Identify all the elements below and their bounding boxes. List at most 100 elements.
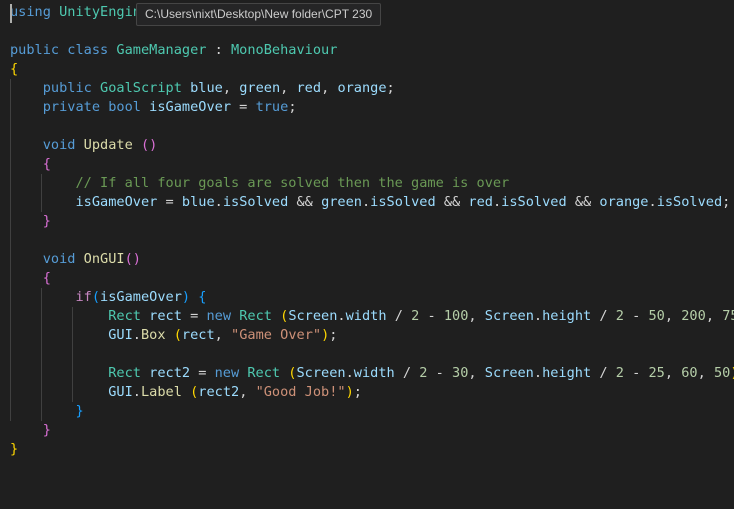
code-line[interactable]: isGameOver = blue.isSolved && green.isSo… (10, 193, 730, 212)
code-line[interactable]: if(isGameOver) { (10, 288, 206, 307)
indent-guide (10, 79, 11, 421)
code-token: GUI (108, 327, 133, 343)
code-token: = (190, 365, 215, 381)
code-token: new (206, 308, 240, 324)
code-line[interactable]: GUI.Label (rect2, "Good Job!"); (10, 383, 362, 402)
code-line[interactable]: void OnGUI() (10, 250, 141, 269)
code-line[interactable]: Rect rect = new Rect (Screen.width / 2 -… (10, 307, 734, 326)
code-token: - (623, 365, 649, 381)
code-token: ( (91, 289, 101, 305)
code-token: isGameOver (75, 194, 158, 210)
code-token: orange (337, 80, 387, 96)
code-token: width (353, 365, 395, 381)
code-token: 25 (648, 365, 665, 381)
code-line[interactable]: private bool isGameOver = true; (10, 98, 297, 117)
code-token: green (239, 80, 281, 96)
code-token: isGameOver (100, 289, 182, 305)
code-token: - (419, 308, 444, 324)
code-token: } (42, 213, 51, 229)
code-line[interactable]: public GoalScript blue, green, red, oran… (10, 79, 395, 98)
code-token: . (361, 194, 371, 210)
code-token: 50 (648, 308, 665, 324)
code-token: , (239, 384, 256, 400)
code-line[interactable]: { (10, 155, 51, 174)
code-line[interactable]: { (10, 269, 51, 288)
code-token: "Good Job!" (255, 384, 346, 400)
code-token: red (296, 80, 322, 96)
code-token: 100 (443, 308, 469, 324)
code-token: = (231, 99, 256, 115)
code-token: public (42, 80, 101, 96)
code-token: . (132, 384, 141, 400)
code-line[interactable]: // If all four goals are solved then the… (10, 174, 509, 193)
code-token: . (648, 194, 657, 210)
code-line[interactable]: GUI.Box (rect, "Game Over"); (10, 326, 337, 345)
code-token: . (533, 365, 543, 381)
code-token: green (321, 194, 362, 210)
code-token: MonoBehaviour (231, 42, 338, 58)
code-token: , (222, 80, 240, 96)
code-line[interactable]: void Update () (10, 136, 158, 155)
indent-guide (41, 174, 42, 212)
code-token: Screen (484, 365, 534, 381)
code-line[interactable]: } (10, 421, 51, 440)
code-line[interactable]: } (10, 212, 51, 231)
code-token: void (42, 251, 84, 267)
code-token: , (697, 365, 714, 381)
code-token: Screen (288, 308, 338, 324)
code-token: Label (140, 384, 182, 400)
file-path-text: C:\Users\nixt\Desktop\New folder\CPT 230 (145, 7, 373, 21)
code-token: , (664, 308, 682, 324)
code-line[interactable]: } (10, 440, 18, 459)
code-token: ) (730, 365, 734, 381)
code-token: ; (722, 194, 731, 210)
code-token: height (542, 365, 592, 381)
code-token: && (566, 194, 600, 210)
code-token: / (386, 308, 412, 324)
indent-guide (41, 288, 42, 421)
code-token: && (435, 194, 469, 210)
code-line[interactable]: using UnityEngine (10, 3, 149, 22)
code-token: = (157, 194, 182, 210)
code-token: Update (83, 137, 133, 153)
text-cursor (10, 4, 12, 23)
code-token: rect2 (149, 365, 191, 381)
code-token: ; (386, 80, 395, 96)
code-token: . (337, 308, 346, 324)
code-token: . (132, 327, 141, 343)
code-token: 2 (615, 365, 624, 381)
code-token: // If all four goals are solved then the… (75, 175, 510, 191)
code-token: ; (329, 327, 338, 343)
code-token: . (345, 365, 354, 381)
code-token: - (427, 365, 453, 381)
code-token: rect2 (198, 384, 240, 400)
code-token: 50 (713, 365, 731, 381)
code-token: isGameOver (149, 99, 231, 115)
code-line[interactable]: Rect rect2 = new Rect (Screen.width / 2 … (10, 364, 734, 383)
code-token: } (42, 422, 51, 438)
code-line[interactable]: } (10, 402, 83, 421)
code-line[interactable]: { (10, 60, 18, 79)
code-token: . (533, 308, 543, 324)
code-token: red (468, 194, 493, 210)
code-editor[interactable]: using UnityEngine public class GameManage… (0, 2, 734, 509)
code-token: ; (288, 99, 297, 115)
file-path-tooltip: C:\Users\nixt\Desktop\New folder\CPT 230 (136, 3, 382, 26)
code-token: / (591, 308, 616, 324)
code-token: () (140, 137, 158, 153)
code-line[interactable]: public class GameManager : MonoBehaviour (10, 41, 337, 60)
code-token: , (705, 308, 723, 324)
code-token: rect (181, 327, 215, 343)
